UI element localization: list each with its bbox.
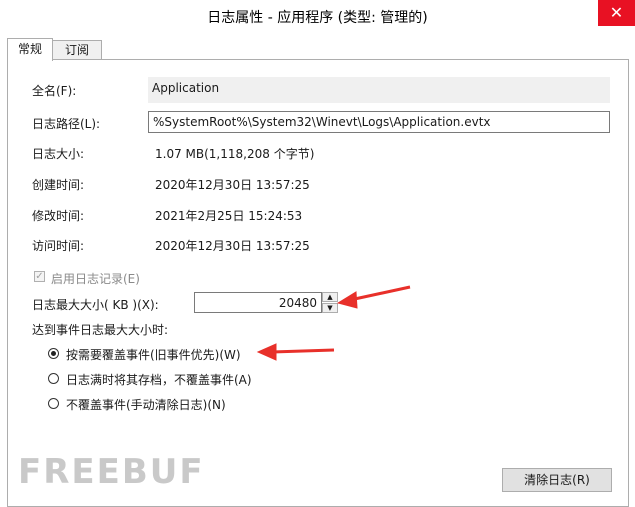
arrow-to-max-size bbox=[336, 285, 411, 309]
annotation-arrows bbox=[256, 285, 411, 361]
arrow-to-overwrite-option bbox=[256, 343, 335, 361]
tab-general[interactable]: 常规 bbox=[7, 38, 53, 61]
